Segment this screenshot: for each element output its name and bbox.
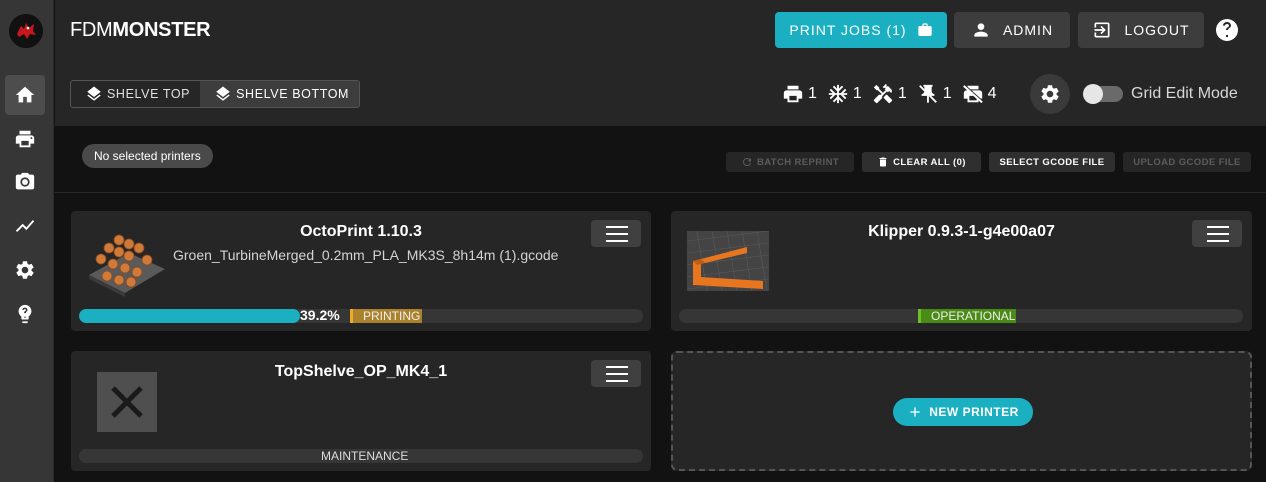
layers-icon	[216, 86, 230, 101]
admin-button[interactable]: ADMIN	[954, 12, 1070, 48]
selection-chip[interactable]: No selected printers	[82, 144, 213, 168]
status-badge: MAINTENANCE	[321, 449, 409, 463]
stat-disabled: 4	[962, 83, 997, 105]
clear-all-label: CLEAR ALL (0)	[893, 156, 966, 168]
print-jobs-button[interactable]: PRINT JOBS (1)	[775, 12, 947, 48]
printer-icon	[783, 85, 803, 103]
power-plug-off-icon	[918, 84, 937, 104]
menu-icon	[606, 226, 628, 242]
briefcase-icon	[917, 23, 932, 36]
help-circle-icon	[18, 304, 32, 324]
app-logo[interactable]	[9, 14, 43, 48]
divider	[55, 192, 1266, 193]
menu-icon	[606, 366, 628, 382]
new-printer-label: NEW PRINTER	[929, 405, 1019, 419]
clear-all-button[interactable]: CLEAR ALL (0)	[862, 152, 981, 172]
printer-card-klipper[interactable]: Klipper 0.9.3-1-g4e00a07 OPERATIONAL	[671, 211, 1252, 331]
printer-card-topshelve[interactable]: TopShelve_OP_MK4_1 MAINTENANCE	[71, 351, 651, 471]
gear-icon	[16, 261, 34, 279]
help-icon[interactable]	[1215, 18, 1239, 42]
no-thumbnail-placeholder	[97, 372, 157, 432]
trash-icon	[879, 157, 887, 167]
brand-title: FDMMONSTER	[70, 19, 211, 41]
stat-disconnected-count: 1	[942, 85, 952, 102]
nav-help[interactable]	[5, 294, 45, 334]
stat-cooling-count: 1	[852, 85, 862, 102]
admin-label: ADMIN	[1002, 22, 1054, 38]
grid-edit-toggle[interactable]	[1083, 84, 1123, 104]
new-printer-slot: NEW PRINTER	[671, 351, 1252, 471]
stat-maintenance: 1	[872, 83, 907, 105]
sidebar	[0, 0, 54, 482]
progress-text: 39.2%	[300, 307, 340, 323]
grid-settings-button[interactable]	[1030, 74, 1070, 114]
menu-icon	[1207, 226, 1229, 242]
shelf-top-label: SHELVE TOP	[107, 87, 191, 101]
shelf-top-button[interactable]: SHELVE TOP	[71, 81, 200, 107]
stat-cooling: 1	[827, 83, 862, 105]
select-gcode-label: SELECT GCODE FILE	[999, 156, 1105, 168]
toggle-knob	[1083, 84, 1103, 104]
new-printer-button[interactable]: NEW PRINTER	[893, 398, 1033, 426]
nav-statistics[interactable]	[5, 206, 45, 246]
nav-printers[interactable]	[5, 119, 45, 159]
logout-button[interactable]: LOGOUT	[1078, 12, 1204, 48]
printer-icon	[15, 130, 35, 148]
select-gcode-button[interactable]: SELECT GCODE FILE	[989, 152, 1115, 172]
batch-reprint-button[interactable]: BATCH REPRINT	[726, 152, 854, 172]
nav-cameras[interactable]	[5, 162, 45, 202]
top-header: FDMMONSTER PRINT JOBS (1) ADMIN LOGOUT S…	[55, 0, 1266, 126]
tools-icon	[873, 83, 892, 104]
nav-settings[interactable]	[5, 250, 45, 290]
app-root: FDMMONSTER PRINT JOBS (1) ADMIN LOGOUT S…	[0, 0, 1266, 482]
layers-icon	[87, 86, 101, 101]
print-thumbnail	[687, 231, 769, 291]
printer-file-name: Groen_TurbineMerged_0.2mm_PLA_MK3S_8h14m…	[173, 247, 559, 263]
snowflake-icon	[828, 84, 848, 104]
stat-disabled-count: 4	[987, 85, 997, 102]
shelf-bottom-button[interactable]: SHELVE BOTTOM	[200, 81, 360, 107]
stat-disconnected: 1	[917, 83, 952, 105]
logout-icon	[1094, 22, 1110, 38]
stat-printing: 1	[782, 83, 817, 105]
batch-reprint-label: BATCH REPRINT	[756, 156, 840, 168]
progress-fill	[79, 309, 301, 323]
refresh-icon	[742, 158, 751, 166]
close-icon	[111, 386, 143, 418]
upload-gcode-button[interactable]: UPLOAD GCODE FILE	[1123, 152, 1251, 172]
nav-home[interactable]	[5, 75, 45, 115]
printer-card-octoprint[interactable]: OctoPrint 1.10.3 Groen_TurbineMerged_0.2…	[71, 211, 651, 331]
printer-stats: 1 1 1 1 4	[782, 82, 1007, 106]
plus-icon	[910, 407, 920, 417]
user-icon	[974, 23, 988, 37]
print-thumbnail	[89, 234, 165, 297]
status-badge: PRINTING	[350, 309, 422, 323]
gear-icon	[1041, 85, 1059, 103]
grid-edit-label: Grid Edit Mode	[1131, 85, 1238, 102]
printer-name: TopShelve_OP_MK4_1	[274, 363, 448, 380]
status-badge: OPERATIONAL	[918, 309, 1016, 323]
stat-maintenance-count: 1	[897, 85, 907, 102]
logout-label: LOGOUT	[1124, 22, 1190, 38]
camera-icon	[15, 172, 35, 190]
home-icon	[15, 86, 35, 103]
upload-gcode-label: UPLOAD GCODE FILE	[1133, 156, 1241, 168]
chart-line-icon	[15, 220, 35, 232]
stat-printing-count: 1	[808, 85, 817, 102]
shelf-toggle-group: SHELVE TOP SHELVE BOTTOM	[70, 80, 361, 108]
shelf-bottom-label: SHELVE BOTTOM	[236, 87, 350, 101]
printer-off-icon	[962, 84, 984, 104]
print-jobs-label: PRINT JOBS (1)	[789, 22, 907, 38]
